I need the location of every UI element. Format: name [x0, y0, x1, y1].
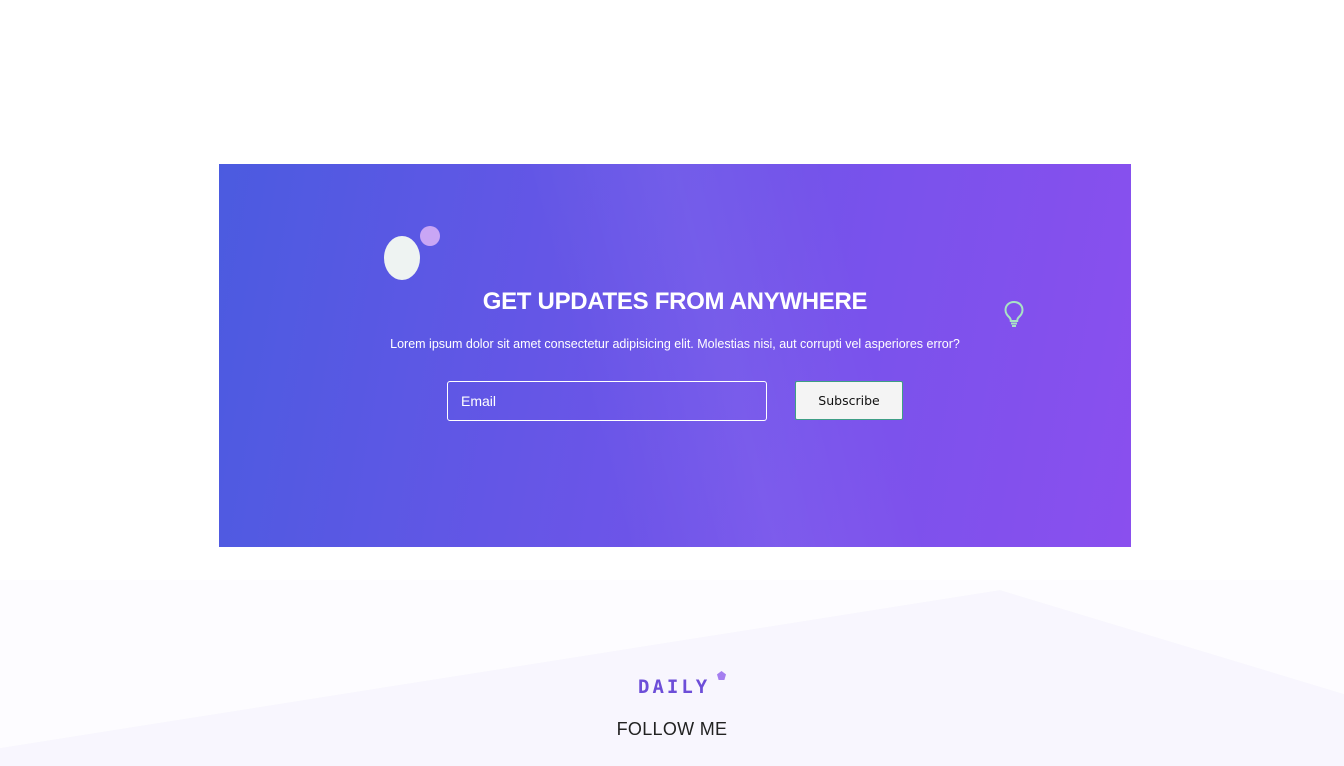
newsletter-sheen	[219, 164, 1131, 547]
footer-logo[interactable]: DAILY	[638, 676, 710, 698]
decorative-bubble-large	[384, 236, 420, 280]
email-input[interactable]	[447, 381, 767, 421]
follow-me-heading: FOLLOW ME	[616, 719, 728, 739]
page: GET UPDATES FROM ANYWHERE Lorem ipsum do…	[0, 0, 1344, 766]
newsletter-section: GET UPDATES FROM ANYWHERE Lorem ipsum do…	[219, 164, 1131, 547]
decorative-bubble-small	[420, 226, 440, 246]
logo-star-icon	[717, 671, 726, 680]
newsletter-description: Lorem ipsum dolor sit amet consectetur a…	[390, 337, 960, 351]
subscribe-button[interactable]: Subscribe	[795, 381, 903, 420]
newsletter-title: GET UPDATES FROM ANYWHERE	[482, 288, 868, 315]
